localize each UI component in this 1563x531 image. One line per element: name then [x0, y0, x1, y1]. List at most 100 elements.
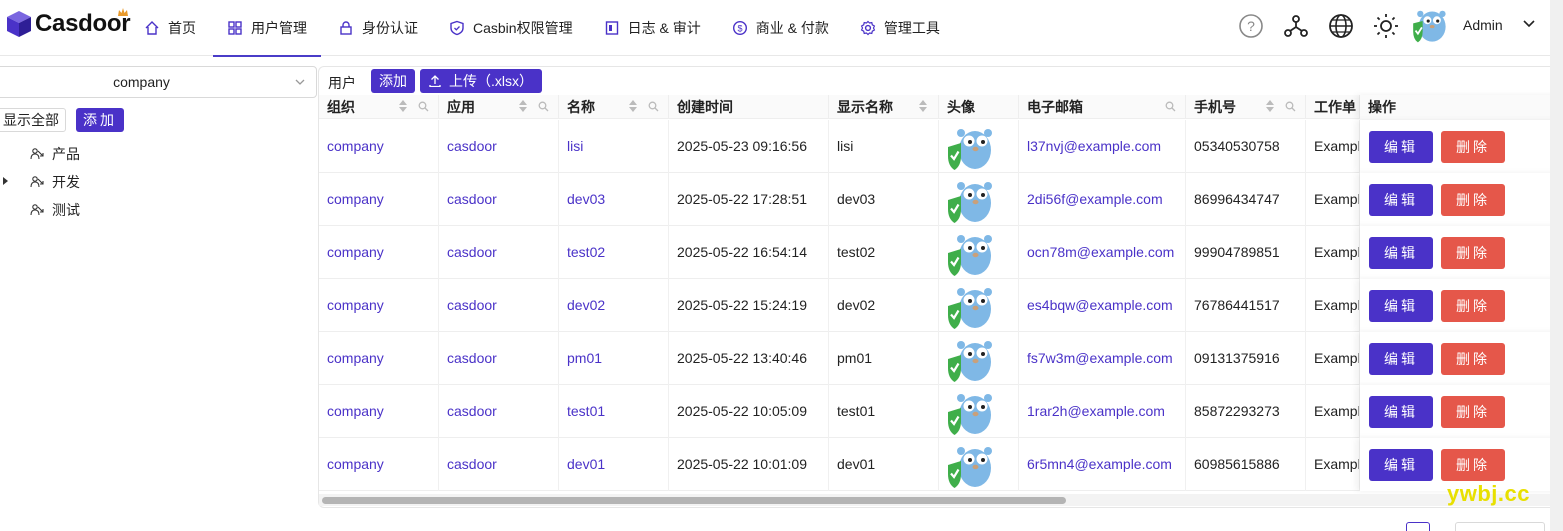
- pagination-size-select[interactable]: [1455, 522, 1545, 531]
- cell-name[interactable]: dev01: [559, 438, 669, 491]
- cell-app[interactable]: casdoor: [439, 332, 559, 385]
- nav-item-1[interactable]: 用户管理: [213, 0, 321, 57]
- cell-email[interactable]: es4bqw@example.com: [1019, 279, 1186, 332]
- delete-button[interactable]: 删除: [1441, 237, 1505, 269]
- user-name[interactable]: Admin: [1463, 17, 1503, 33]
- sort-icon[interactable]: [919, 99, 927, 113]
- add-user-button[interactable]: 添加: [371, 69, 415, 93]
- cell-org[interactable]: company: [319, 332, 439, 385]
- nav-item-5[interactable]: $ 商业 & 付款: [732, 0, 829, 56]
- cell-org[interactable]: company: [319, 438, 439, 491]
- cell-email[interactable]: l37nvj@example.com: [1019, 120, 1186, 173]
- avatar[interactable]: [939, 173, 1019, 226]
- cell-app[interactable]: casdoor: [439, 173, 559, 226]
- table-header: 组织 应用 名称 创建时间 显示名称 头像 电子邮箱 手机号 工作单位操作: [319, 95, 1563, 139]
- cell-email[interactable]: 2di56f@example.com: [1019, 173, 1186, 226]
- cell-name[interactable]: dev02: [559, 279, 669, 332]
- avatar[interactable]: [939, 385, 1019, 438]
- cell-app[interactable]: casdoor: [439, 438, 559, 491]
- horizontal-scrollbar[interactable]: [319, 494, 1563, 506]
- cluster-icon[interactable]: [1282, 12, 1310, 40]
- nav-item-0[interactable]: 首页: [144, 0, 196, 56]
- delete-button[interactable]: 删除: [1441, 343, 1505, 375]
- watermark: ywbj.cc: [1447, 481, 1530, 506]
- cell-name[interactable]: test02: [559, 226, 669, 279]
- column-header[interactable]: 头像: [939, 95, 1019, 119]
- edit-button[interactable]: 编辑: [1369, 449, 1433, 481]
- language-globe-icon[interactable]: [1327, 12, 1355, 40]
- pagination-current-page[interactable]: [1406, 522, 1430, 531]
- cell-name[interactable]: lisi: [559, 120, 669, 173]
- sort-icon[interactable]: [399, 99, 407, 113]
- tree-expand-caret-icon[interactable]: [3, 177, 8, 185]
- delete-button[interactable]: 删除: [1441, 184, 1505, 216]
- column-header[interactable]: 电子邮箱: [1019, 95, 1186, 119]
- column-header[interactable]: 名称: [559, 95, 669, 119]
- avatar[interactable]: [939, 332, 1019, 385]
- app-logo[interactable]: Casdoor: [6, 8, 131, 38]
- cell-email[interactable]: fs7w3m@example.com: [1019, 332, 1186, 385]
- tree-node[interactable]: 产品: [30, 144, 80, 164]
- avatar[interactable]: [939, 279, 1019, 332]
- column-header[interactable]: 工作单位: [1306, 95, 1360, 139]
- search-icon[interactable]: [1285, 101, 1296, 112]
- cell-org[interactable]: company: [319, 173, 439, 226]
- cell-app[interactable]: casdoor: [439, 385, 559, 438]
- chevron-down-icon[interactable]: [1522, 17, 1536, 31]
- search-icon[interactable]: [648, 101, 659, 112]
- cell-email[interactable]: 1rar2h@example.com: [1019, 385, 1186, 438]
- edit-button[interactable]: 编辑: [1369, 290, 1433, 322]
- sort-icon[interactable]: [629, 99, 637, 113]
- nav-item-3[interactable]: Casbin权限管理: [449, 0, 573, 56]
- cell-name[interactable]: dev03: [559, 173, 669, 226]
- cell-app[interactable]: casdoor: [439, 226, 559, 279]
- cell-email[interactable]: ocn78m@example.com: [1019, 226, 1186, 279]
- sort-icon[interactable]: [519, 99, 527, 113]
- show-all-button[interactable]: 显示全部: [0, 108, 66, 132]
- edit-button[interactable]: 编辑: [1369, 131, 1433, 163]
- cell-org[interactable]: company: [319, 279, 439, 332]
- column-header[interactable]: 手机号: [1186, 95, 1306, 119]
- column-header[interactable]: 应用: [439, 95, 559, 119]
- cell-org[interactable]: company: [319, 385, 439, 438]
- theme-sun-icon[interactable]: [1372, 12, 1400, 40]
- cell-name[interactable]: pm01: [559, 332, 669, 385]
- column-header[interactable]: 组织: [319, 95, 439, 119]
- tree-node[interactable]: 开发: [30, 172, 80, 192]
- nav-item-2[interactable]: 身份认证: [338, 0, 418, 56]
- delete-button[interactable]: 删除: [1441, 131, 1505, 163]
- avatar[interactable]: [939, 226, 1019, 279]
- sort-icon[interactable]: [1266, 99, 1274, 113]
- search-icon[interactable]: [1165, 101, 1176, 112]
- delete-button[interactable]: 删除: [1441, 290, 1505, 322]
- delete-button[interactable]: 删除: [1441, 449, 1505, 481]
- search-icon[interactable]: [538, 101, 549, 112]
- avatar[interactable]: [939, 438, 1019, 491]
- organization-select[interactable]: company: [0, 66, 317, 98]
- help-icon[interactable]: ?: [1237, 12, 1265, 40]
- avatar[interactable]: [939, 120, 1019, 173]
- cell-app[interactable]: casdoor: [439, 279, 559, 332]
- edit-button[interactable]: 编辑: [1369, 343, 1433, 375]
- column-header[interactable]: 显示名称: [829, 95, 939, 119]
- add-group-button[interactable]: 添加: [76, 108, 124, 132]
- nav-item-4[interactable]: 日志 & 审计: [604, 0, 701, 56]
- column-header[interactable]: 创建时间: [669, 95, 829, 119]
- cell-org[interactable]: company: [319, 120, 439, 173]
- edit-button[interactable]: 编辑: [1369, 184, 1433, 216]
- edit-button[interactable]: 编辑: [1369, 396, 1433, 428]
- nav-item-6[interactable]: 管理工具: [860, 0, 940, 56]
- tree-node[interactable]: 测试: [30, 200, 80, 220]
- edit-button[interactable]: 编辑: [1369, 237, 1433, 269]
- cell-name[interactable]: test01: [559, 385, 669, 438]
- upload-xlsx-button[interactable]: 上传（.xlsx）: [420, 69, 542, 93]
- search-icon[interactable]: [418, 101, 429, 112]
- delete-button[interactable]: 删除: [1441, 396, 1505, 428]
- user-avatar[interactable]: [1410, 5, 1448, 45]
- cell-email[interactable]: 6r5mn4@example.com: [1019, 438, 1186, 491]
- cell-org[interactable]: company: [319, 226, 439, 279]
- scrollbar-thumb[interactable]: [322, 497, 1066, 504]
- vertical-scrollbar[interactable]: [1550, 0, 1563, 531]
- cell-app[interactable]: casdoor: [439, 120, 559, 173]
- column-header-label: 手机号: [1194, 99, 1236, 115]
